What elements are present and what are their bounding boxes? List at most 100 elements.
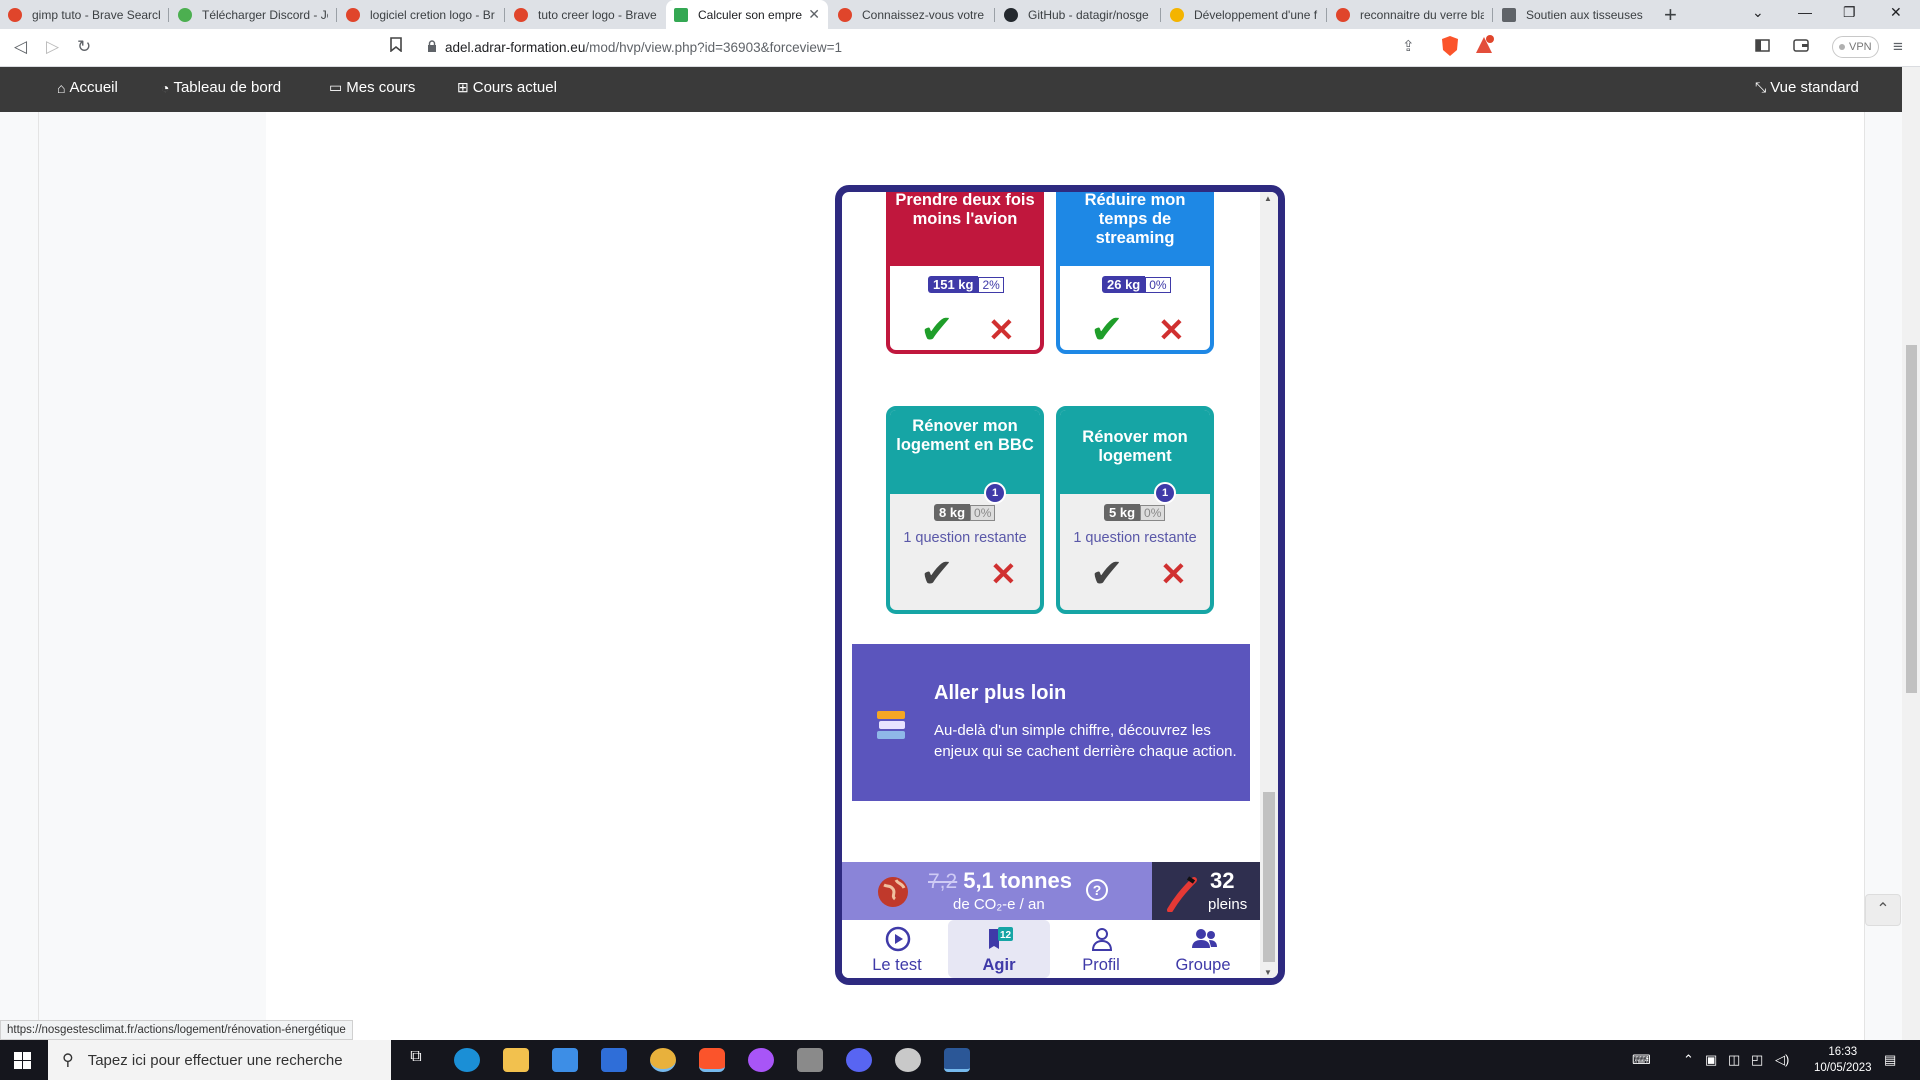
browser-tab[interactable]: Soutien aux tisseuses de bbox=[1494, 0, 1654, 29]
taskbar-clock[interactable]: 16:33 10/05/2023 bbox=[1814, 1044, 1872, 1076]
link-status-bar: https://nosgestesclimat.fr/actions/logem… bbox=[0, 1020, 353, 1040]
lock-icon[interactable] bbox=[427, 40, 437, 52]
brave-shields-icon[interactable] bbox=[1440, 35, 1460, 62]
minimize-icon[interactable]: — bbox=[1798, 4, 1812, 20]
accept-check-icon[interactable]: ✔ bbox=[1090, 310, 1124, 350]
keyboard-icon[interactable]: ⌨ bbox=[1632, 1052, 1651, 1068]
app-icon[interactable] bbox=[895, 1048, 921, 1072]
share-icon[interactable]: ⇪ bbox=[1402, 37, 1415, 55]
tab-agir[interactable]: 12 Agir bbox=[948, 920, 1050, 978]
menu-icon[interactable]: ≡ bbox=[1893, 37, 1903, 57]
close-window-icon[interactable]: ✕ bbox=[1890, 4, 1902, 21]
reject-cross-icon[interactable]: ✕ bbox=[990, 558, 1017, 590]
new-tab-icon[interactable]: + bbox=[1664, 2, 1677, 28]
tray-chevron-icon[interactable]: ⌃ bbox=[1683, 1052, 1694, 1068]
app-scrollbar-thumb[interactable] bbox=[1263, 792, 1275, 962]
action-card-renovation-bbc[interactable]: Rénover mon logement en BBC 1 8 kg 0% 1 q… bbox=[886, 406, 1044, 614]
browser-tab[interactable]: reconnaitre du verre bla bbox=[1328, 0, 1492, 29]
browser-tab[interactable]: Connaissez-vous votre e bbox=[830, 0, 994, 29]
profile-icon bbox=[1091, 928, 1113, 951]
address-bar[interactable]: adel.adrar-formation.eu/mod/hvp/view.php… bbox=[445, 40, 842, 55]
left-column bbox=[38, 112, 266, 1040]
scroll-down-icon[interactable]: ▼ bbox=[1264, 968, 1272, 977]
actions-icon: 12 bbox=[989, 927, 1013, 949]
browser-tab[interactable]: GitHub - datagir/nosge bbox=[996, 0, 1160, 29]
restore-icon[interactable]: ❐ bbox=[1843, 4, 1856, 21]
file-explorer-icon[interactable] bbox=[503, 1048, 529, 1072]
further-reading-card[interactable]: Aller plus loin Au-delà d'un simple chif… bbox=[852, 644, 1250, 801]
accept-check-icon[interactable]: ✔ bbox=[920, 310, 954, 350]
fuel-pump-icon bbox=[1167, 876, 1197, 912]
github-icon bbox=[1004, 7, 1018, 22]
vpn-status-icon bbox=[1839, 44, 1845, 50]
volume-icon[interactable]: ◁) bbox=[1775, 1052, 1789, 1068]
petrol-equivalent[interactable]: 32 pleins bbox=[1152, 862, 1260, 920]
browser-tab[interactable]: Développement d'une f bbox=[1162, 0, 1326, 29]
accept-check-icon[interactable]: ✔ bbox=[1090, 554, 1124, 594]
scroll-up-icon[interactable]: ▲ bbox=[1264, 194, 1272, 203]
browser-tab[interactable]: gimp tuto - Brave Search bbox=[0, 0, 168, 29]
network-icon[interactable]: ◰ bbox=[1751, 1052, 1763, 1068]
app-scrollbar[interactable]: ▲ ▼ bbox=[1260, 192, 1278, 978]
nav-home[interactable]: ⌂ Accueil bbox=[57, 79, 118, 96]
tab-search-chevron-icon[interactable]: ⌄ bbox=[1752, 4, 1764, 21]
sidebar-icon[interactable] bbox=[1755, 37, 1770, 57]
wallet-icon[interactable] bbox=[1793, 37, 1809, 57]
browser-tab[interactable]: logiciel cretion logo - Br bbox=[338, 0, 504, 29]
tab-profil[interactable]: Profil bbox=[1050, 920, 1152, 978]
brave-rewards-icon[interactable] bbox=[1474, 35, 1494, 60]
reject-cross-icon[interactable]: ✕ bbox=[988, 314, 1015, 346]
reject-cross-icon[interactable]: ✕ bbox=[1158, 314, 1185, 346]
remaining-questions: 1 question restante bbox=[1073, 530, 1197, 546]
windows-start-icon[interactable] bbox=[14, 1052, 31, 1069]
notifications-icon[interactable]: ▤ bbox=[1884, 1052, 1896, 1068]
action-card-avion[interactable]: Prendre deux fois moins l'avion 151 kg 2%… bbox=[886, 192, 1044, 354]
footprint-summary[interactable]: 7,2 5,1 tonnes de CO₂-e / an ? bbox=[842, 862, 1152, 920]
help-icon[interactable]: ? bbox=[1086, 879, 1108, 901]
back-icon[interactable]: ◁ bbox=[14, 37, 27, 57]
page-scrollbar[interactable] bbox=[1902, 67, 1920, 1040]
browser-tab-active[interactable]: Calculer son empre ✕ bbox=[666, 0, 828, 29]
accept-check-icon[interactable]: ✔ bbox=[920, 554, 954, 594]
bookmark-icon[interactable] bbox=[390, 37, 402, 56]
nav-dashboard[interactable]: ◔ Tableau de bord bbox=[161, 79, 281, 96]
discord-icon[interactable] bbox=[846, 1048, 872, 1072]
reload-icon[interactable]: ↻ bbox=[77, 37, 91, 57]
nav-standard-view[interactable]: ⤡ Vue standard bbox=[1755, 79, 1859, 96]
action-card-streaming[interactable]: Réduire mon temps de streaming 26 kg 0% ✔… bbox=[1056, 192, 1214, 354]
site-favicon-icon bbox=[1502, 7, 1516, 22]
nav-current-course[interactable]: ⊞ Cours actuel bbox=[457, 79, 557, 96]
tray-app-icon[interactable]: ▣ bbox=[1705, 1052, 1717, 1068]
vpn-button[interactable]: VPN bbox=[1832, 36, 1879, 58]
word-icon[interactable] bbox=[944, 1048, 970, 1072]
tab-groupe[interactable]: Groupe bbox=[1152, 920, 1254, 978]
edge-icon[interactable] bbox=[454, 1048, 480, 1072]
chrome-icon[interactable] bbox=[650, 1048, 676, 1072]
impact-badge: 5 kg 0% bbox=[1104, 504, 1166, 521]
task-view-icon[interactable]: ⧉ bbox=[403, 1048, 429, 1072]
brave-taskbar-icon[interactable] bbox=[699, 1048, 725, 1072]
nav-my-courses[interactable]: ▭ Mes cours bbox=[329, 79, 415, 96]
further-text: Au-delà d'un simple chiffre, découvrez l… bbox=[934, 722, 1237, 760]
forward-icon[interactable]: ▷ bbox=[46, 37, 59, 57]
taskbar-search[interactable]: ⚲ Tapez ici pour effectuer une recherche bbox=[48, 1040, 391, 1080]
browser-tab[interactable]: tuto creer logo - Brave S bbox=[506, 0, 666, 29]
tab-le-test[interactable]: Le test bbox=[846, 920, 948, 978]
browser-toolbar: ◁ ▷ ↻ adel.adrar-formation.eu/mod/hvp/vi… bbox=[0, 29, 1920, 67]
home-icon: ⌂ bbox=[57, 79, 66, 96]
tray-app-icon[interactable]: ◫ bbox=[1728, 1052, 1740, 1068]
page-scrollbar-thumb[interactable] bbox=[1906, 345, 1917, 693]
browser-tab[interactable]: Télécharger Discord - Je bbox=[170, 0, 336, 29]
footprint-bar[interactable]: 7,2 5,1 tonnes de CO₂-e / an ? 32 pleins bbox=[842, 862, 1260, 920]
store-icon[interactable] bbox=[552, 1048, 578, 1072]
app-drop-icon[interactable] bbox=[748, 1048, 774, 1072]
mail-icon[interactable] bbox=[601, 1048, 627, 1072]
gimp-icon[interactable] bbox=[797, 1048, 823, 1072]
reject-cross-icon[interactable]: ✕ bbox=[1160, 558, 1187, 590]
pleins-value: 32 bbox=[1210, 868, 1235, 893]
action-card-header: Rénover mon logement bbox=[1060, 410, 1210, 494]
action-card-renovation[interactable]: Rénover mon logement 1 5 kg 0% 1 question… bbox=[1056, 406, 1214, 614]
close-tab-icon[interactable]: ✕ bbox=[808, 6, 820, 23]
back-to-top-button[interactable]: ⌃ bbox=[1865, 894, 1901, 926]
earth-icon bbox=[878, 877, 908, 907]
